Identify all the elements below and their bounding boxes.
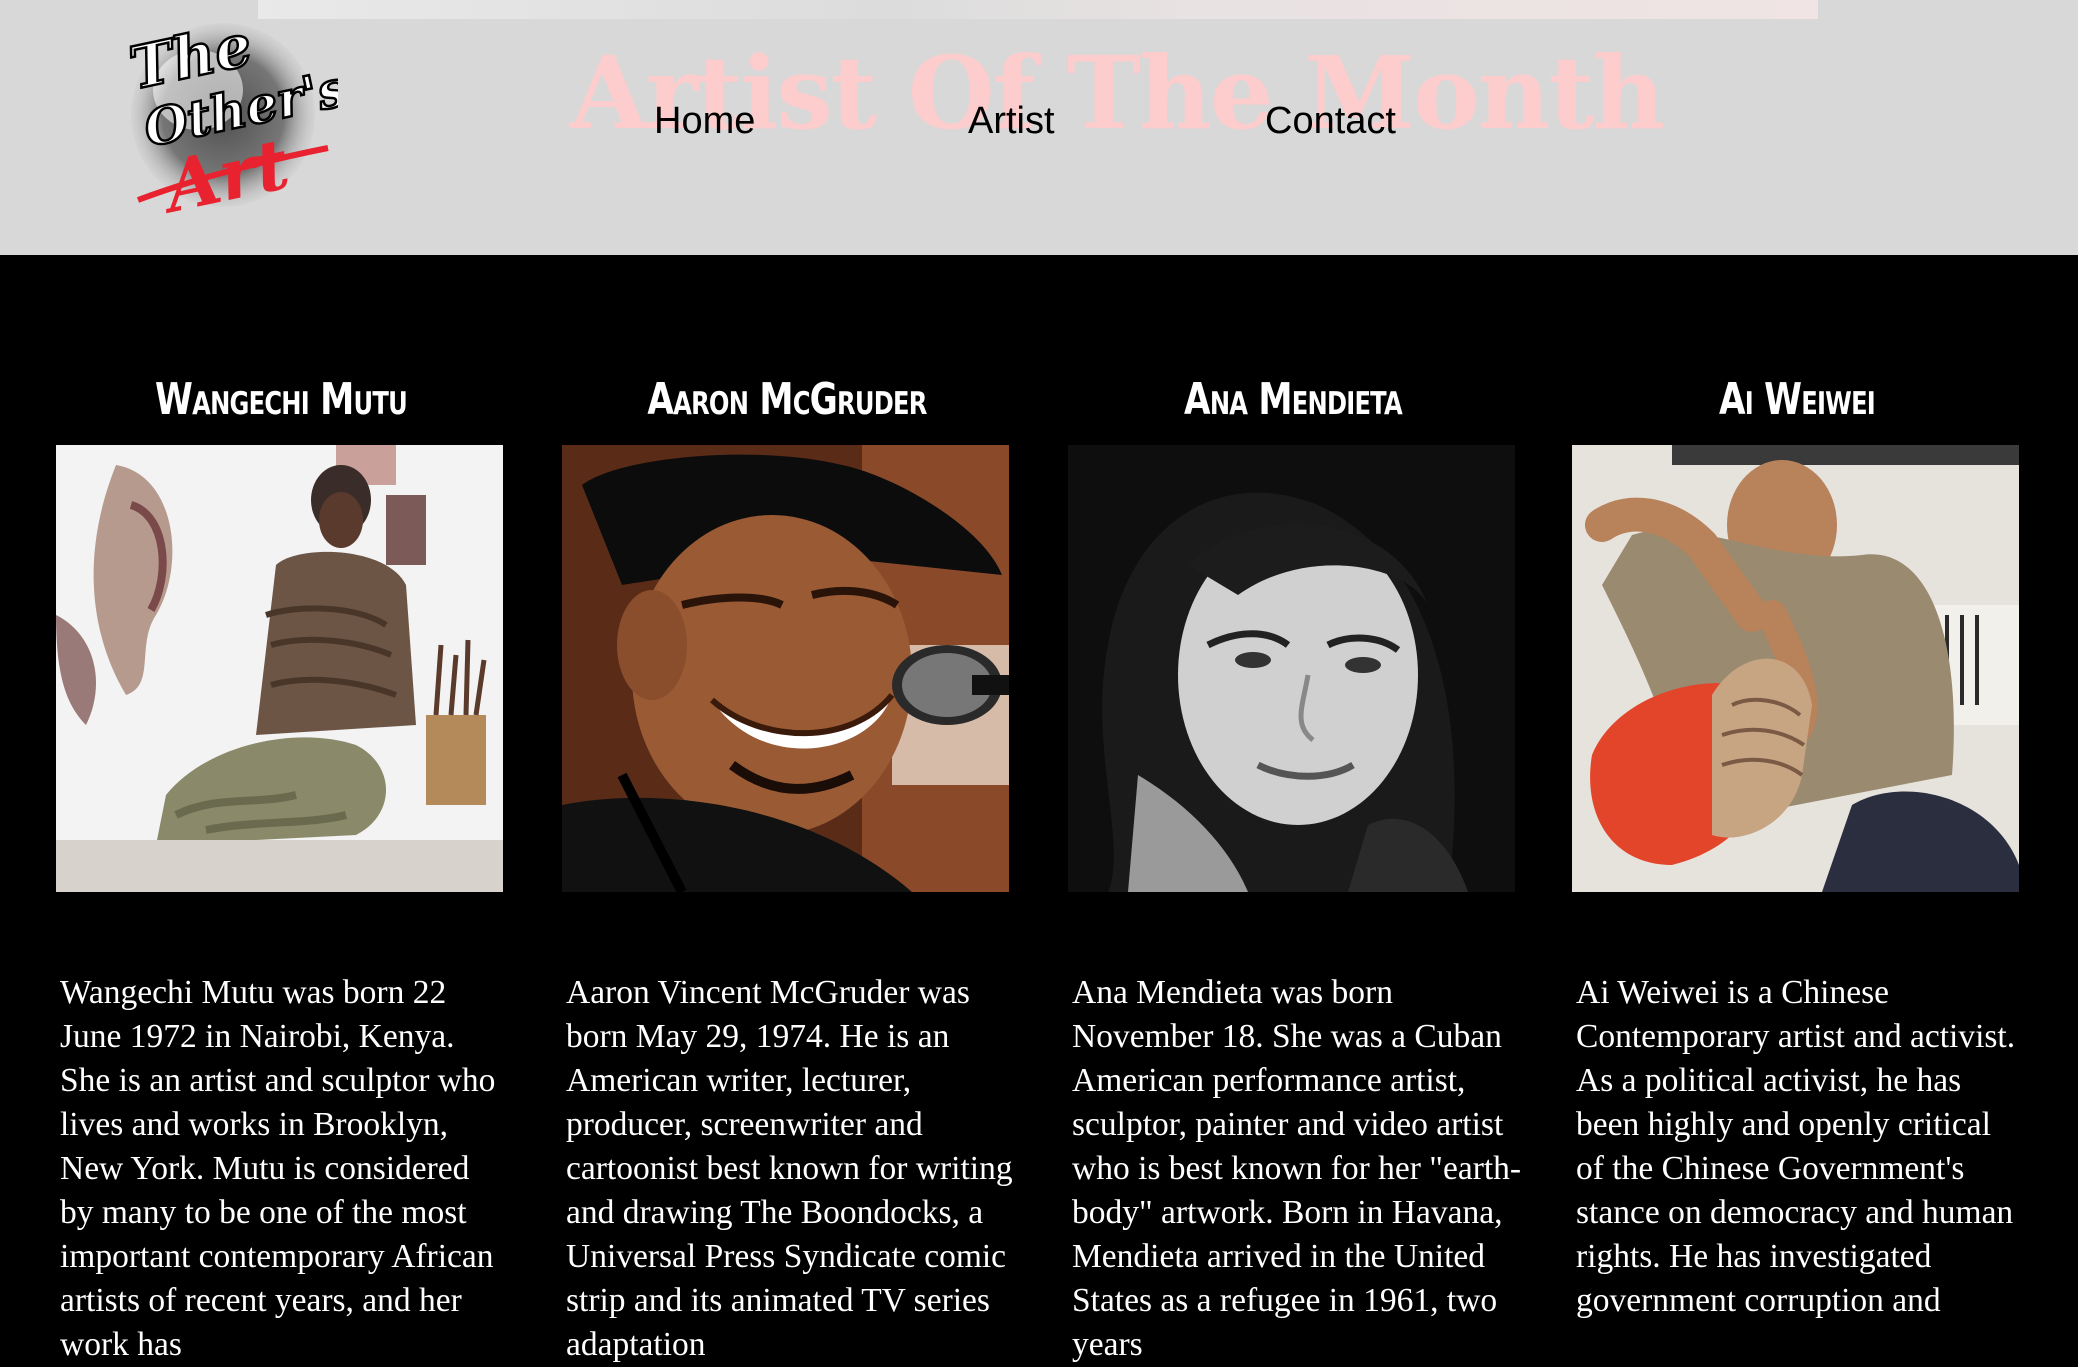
artist-name: Ana Mendieta: [1184, 373, 1403, 425]
artist-bio: Aaron Vincent McGruder was born May 29, …: [566, 973, 1013, 1363]
nav-artist[interactable]: Artist: [968, 100, 1055, 143]
artist-name: Aaron McGruder: [647, 373, 927, 425]
artists-section: Wangechi Mutu Wangechi Mutu was born 22 …: [0, 255, 2078, 1363]
artist-name: Wangechi Mutu: [155, 373, 408, 425]
artist-photo[interactable]: [1572, 445, 2019, 892]
site-header: The Other's Art Artist Of The Month Home…: [0, 0, 2078, 255]
logo-icon: The Other's Art: [123, 10, 353, 230]
artist-photo[interactable]: [562, 445, 1009, 892]
portrait-photo-icon: [1572, 445, 2019, 892]
portrait-photo-icon: [562, 445, 1009, 892]
artist-photo[interactable]: [1068, 445, 1515, 892]
artist-bio: Wangechi Mutu was born 22 June 1972 in N…: [60, 973, 496, 1363]
artist-name: Ai Weiwei: [1718, 373, 1876, 425]
artist-bio: Ai Weiwei is a Chinese Contemporary arti…: [1576, 973, 2016, 1319]
nav-contact[interactable]: Contact: [1265, 100, 1396, 143]
portrait-photo-icon: [1068, 445, 1515, 892]
header-banner-strip: [258, 0, 1818, 19]
artist-photo[interactable]: [56, 445, 503, 892]
site-logo[interactable]: The Other's Art: [123, 10, 353, 230]
portrait-photo-icon: [56, 445, 503, 892]
artist-bio: Ana Mendieta was born November 18. She w…: [1072, 973, 1522, 1363]
nav-home[interactable]: Home: [654, 100, 755, 143]
